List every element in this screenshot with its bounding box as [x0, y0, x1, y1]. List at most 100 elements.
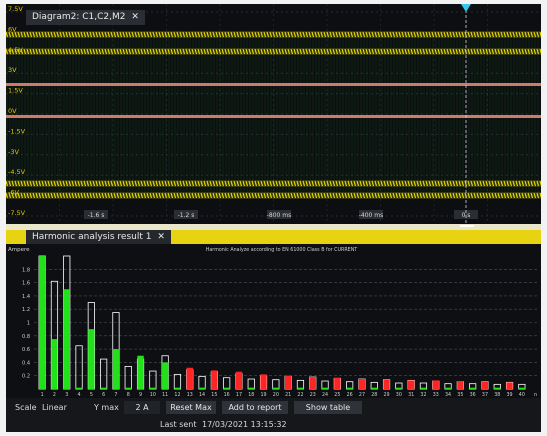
harmonic-bar	[309, 377, 316, 389]
y-tick-label: 0.4	[22, 360, 30, 366]
y-tick-label: 0.8	[22, 334, 30, 340]
harmonic-bar	[481, 381, 489, 389]
harmonic-bar	[506, 382, 513, 389]
harmonic-bar	[112, 349, 120, 389]
harmonic-bar	[137, 355, 144, 389]
harmonic-bar	[51, 339, 58, 389]
y-tick-label: 1.6	[22, 281, 30, 287]
harmonic-bar	[186, 367, 193, 389]
scale-select[interactable]: Linear	[42, 402, 67, 414]
harmonic-bar	[88, 329, 95, 389]
x-axis-label: -800 ms	[267, 212, 292, 219]
harmonics-tab[interactable]: Harmonic analysis result 1 ✕	[26, 230, 171, 244]
x-axis-label: -1.2 s	[178, 212, 195, 219]
x-axis-label: -400 ms	[359, 212, 384, 219]
harmonic-bar	[100, 387, 107, 389]
close-icon[interactable]: ✕	[131, 12, 139, 22]
trigger-marker-icon	[461, 4, 471, 12]
harmonics-tab-label: Harmonic analysis result 1	[32, 232, 152, 242]
y-tick-label: 0.6	[22, 347, 30, 353]
limit-bar	[223, 377, 231, 390]
y-axis-label: -7.5V	[8, 209, 26, 217]
splitter-handle[interactable]	[460, 225, 474, 227]
y-unit-label: Ampere	[8, 247, 30, 253]
control-bar: Scale Linear Y max 2 A Reset Max Add to …	[6, 398, 541, 418]
x-axis-label: -1.6 s	[88, 212, 105, 219]
y-axis-label: 4.5V	[8, 46, 23, 54]
y-tick-label: 1.2	[22, 307, 30, 313]
harmonic-bar	[149, 387, 157, 389]
limit-bar	[247, 378, 255, 390]
reset-max-button[interactable]: Reset Max	[166, 401, 216, 414]
harmonic-bar	[346, 387, 353, 389]
ymax-input[interactable]: 2 A	[124, 401, 160, 414]
limit-bar	[173, 373, 182, 390]
harmonic-bar	[518, 387, 526, 389]
trace-band	[6, 83, 541, 86]
harmonic-bar	[334, 377, 341, 389]
y-axis-label: 7.5V	[8, 5, 23, 13]
harmonic-bar	[198, 387, 206, 389]
y-tick-label: 1.4	[22, 294, 30, 300]
y-axis-label: -6V	[8, 189, 19, 197]
last-sent-value: 17/03/2021 13:15:32	[202, 420, 287, 429]
harmonic-bar	[469, 387, 476, 389]
diagram-tab[interactable]: Diagram2: C1,C2,M2 ✕	[26, 10, 145, 25]
y-axis-label: -1.5V	[8, 127, 26, 135]
harmonic-bar	[407, 380, 415, 389]
harmonic-bar	[260, 374, 267, 389]
y-tick-label: 0.2	[22, 374, 30, 380]
harmonic-bar	[432, 380, 439, 389]
y-tick-label: 1	[27, 321, 30, 327]
close-icon[interactable]: ✕	[157, 232, 165, 242]
harmonic-bar	[272, 387, 280, 389]
harmonics-chart: Ampere Harmonic Analyze according to EN 6…	[6, 244, 541, 398]
harmonic-bar	[63, 289, 70, 389]
y-axis-label: -3V	[8, 148, 19, 156]
harmonic-bar	[174, 387, 181, 389]
harmonic-bar	[420, 387, 427, 389]
harmonic-bar	[235, 371, 243, 389]
harmonic-bar	[248, 387, 255, 389]
waveform-plot[interactable]: 7.5V 6V 4.5V 3V 1.5V 0V -1.5V -3V -4.5V -6V -7.5V -…	[6, 4, 541, 224]
harmonic-bar	[494, 387, 501, 389]
y-axis-label: 3V	[8, 66, 17, 74]
chart-title: Harmonic Analyze according to EN 61000 C…	[206, 247, 358, 253]
y-axis-label: 1.5V	[8, 87, 23, 95]
limit-bar	[124, 365, 132, 390]
harmonic-bar	[321, 387, 329, 389]
limit-bar	[272, 379, 280, 390]
limit-bar	[198, 375, 206, 390]
harmonic-bar	[38, 256, 46, 389]
harmonic-bar	[371, 387, 378, 389]
limit-bar	[100, 358, 108, 390]
harmonic-bar	[161, 362, 169, 389]
harmonic-bar	[395, 387, 403, 389]
harmonic-bar	[457, 381, 464, 389]
harmonics-plot: Ampere Harmonic Analyze according to EN 6…	[8, 247, 537, 398]
harmonic-bar	[284, 375, 292, 389]
limit-bar	[149, 370, 157, 390]
show-table-button[interactable]: Show table	[294, 401, 362, 414]
oscilloscope-diagram[interactable]: 7.5V 6V 4.5V 3V 1.5V 0V -1.5V -3V -4.5V -6V -7.5V -…	[6, 4, 541, 224]
harmonic-bar	[211, 370, 218, 389]
ymax-label: Y max	[94, 403, 119, 412]
limit-bar	[75, 345, 83, 390]
scale-label: Scale	[15, 403, 37, 412]
trace-band	[6, 115, 541, 118]
y-axis-label: 6V	[8, 25, 17, 33]
y-axis-label: 0V	[8, 107, 17, 115]
harmonic-bar	[223, 387, 230, 389]
diagram-tab-label: Diagram2: C1,C2,M2	[32, 12, 126, 22]
status-bar: Last sent 17/03/2021 13:15:32	[6, 418, 541, 432]
harmonic-bar	[297, 387, 304, 389]
add-to-report-button[interactable]: Add to report	[222, 401, 288, 414]
harmonics-tab-bar: Harmonic analysis result 1 ✕	[6, 230, 541, 244]
harmonic-bar	[125, 387, 132, 389]
harmonic-bar	[444, 387, 452, 389]
harmonic-bar	[358, 379, 366, 389]
last-sent-label: Last sent	[160, 420, 197, 429]
harmonic-bar	[383, 379, 390, 389]
y-axis-label: -4.5V	[8, 168, 26, 176]
harmonic-bar	[75, 387, 83, 389]
